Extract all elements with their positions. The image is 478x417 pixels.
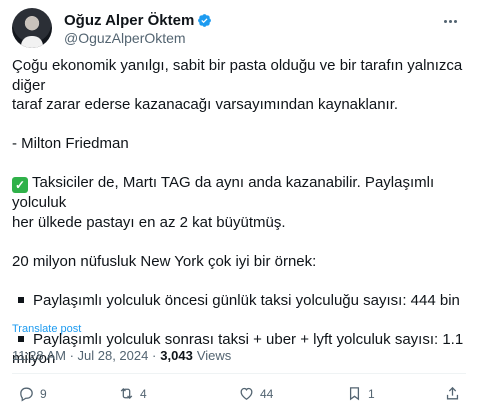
views-label: Views [196, 348, 232, 363]
author-names: Oğuz Alper Öktem @OguzAlperOktem [64, 11, 212, 46]
bullet-text: Paylaşımlı yolculuk öncesi günlük taksi … [33, 291, 460, 309]
repost-button[interactable]: 4 [118, 385, 147, 402]
divider [12, 373, 466, 374]
share-button[interactable] [444, 385, 461, 402]
like-count: 44 [260, 386, 274, 401]
check-mark-icon: ✓ [12, 177, 28, 193]
tweet-line: - Milton Friedman [12, 135, 129, 152]
views-count: 3,043 [160, 348, 193, 363]
author-handle[interactable]: @OguzAlperOktem [64, 30, 212, 46]
tweet-line: 20 milyon nüfusluk New York çok iyi bir … [12, 252, 317, 270]
tweet-header: Oğuz Alper Öktem @OguzAlperOktem [12, 8, 466, 50]
reply-button[interactable]: 9 [18, 385, 47, 402]
tweet-text: Çoğu ekonomik yanılgı, sabit bir pasta o… [12, 56, 470, 369]
avatar-shirt [21, 36, 43, 48]
reply-count: 9 [40, 386, 47, 401]
verified-badge-icon [198, 13, 212, 27]
author-display-name[interactable]: Oğuz Alper Öktem [64, 12, 194, 29]
tweet-line: ✓ Taksiciler de, Martı TAG da aynı anda k… [12, 173, 470, 213]
repost-count: 4 [140, 386, 147, 401]
action-bar: 9 4 44 1 [12, 385, 466, 407]
bullet-item: Paylaşımlı yolculuk öncesi günlük taksi … [12, 291, 470, 311]
timestamp[interactable]: 11:28 AM · Jul 28, 2024 · [12, 348, 156, 363]
bullet-icon [18, 335, 24, 342]
tweet-line-text: Taksiciler de, Martı TAG da aynı anda ka… [12, 174, 435, 211]
tweet-line: taraf zarar ederse kazanacağı varsayımın… [12, 96, 399, 113]
repost-icon [120, 387, 133, 400]
tweet-line: Çoğu ekonomik yanılgı, sabit bir pasta o… [12, 57, 463, 94]
bookmark-button[interactable]: 1 [346, 385, 375, 402]
share-icon [446, 386, 459, 400]
reply-icon [20, 387, 33, 402]
bookmark-icon [349, 387, 360, 401]
like-button[interactable]: 44 [238, 385, 273, 402]
more-icon[interactable] [440, 11, 460, 31]
like-icon [240, 387, 253, 400]
tweet-meta: 11:28 AM · Jul 28, 2024 · 3,043 Views [12, 348, 231, 363]
name-row: Oğuz Alper Öktem [64, 11, 212, 29]
bullet-icon [18, 296, 24, 303]
bookmark-count: 1 [368, 386, 375, 401]
avatar[interactable] [12, 8, 52, 48]
translate-link[interactable]: Translate post [12, 323, 81, 335]
tweet-line: her ülkede pastayı en az 2 kat büyütmüş. [12, 213, 286, 231]
bullet-text: Paylaşımlı yolculuk sonrası taksi + uber… [33, 330, 464, 348]
